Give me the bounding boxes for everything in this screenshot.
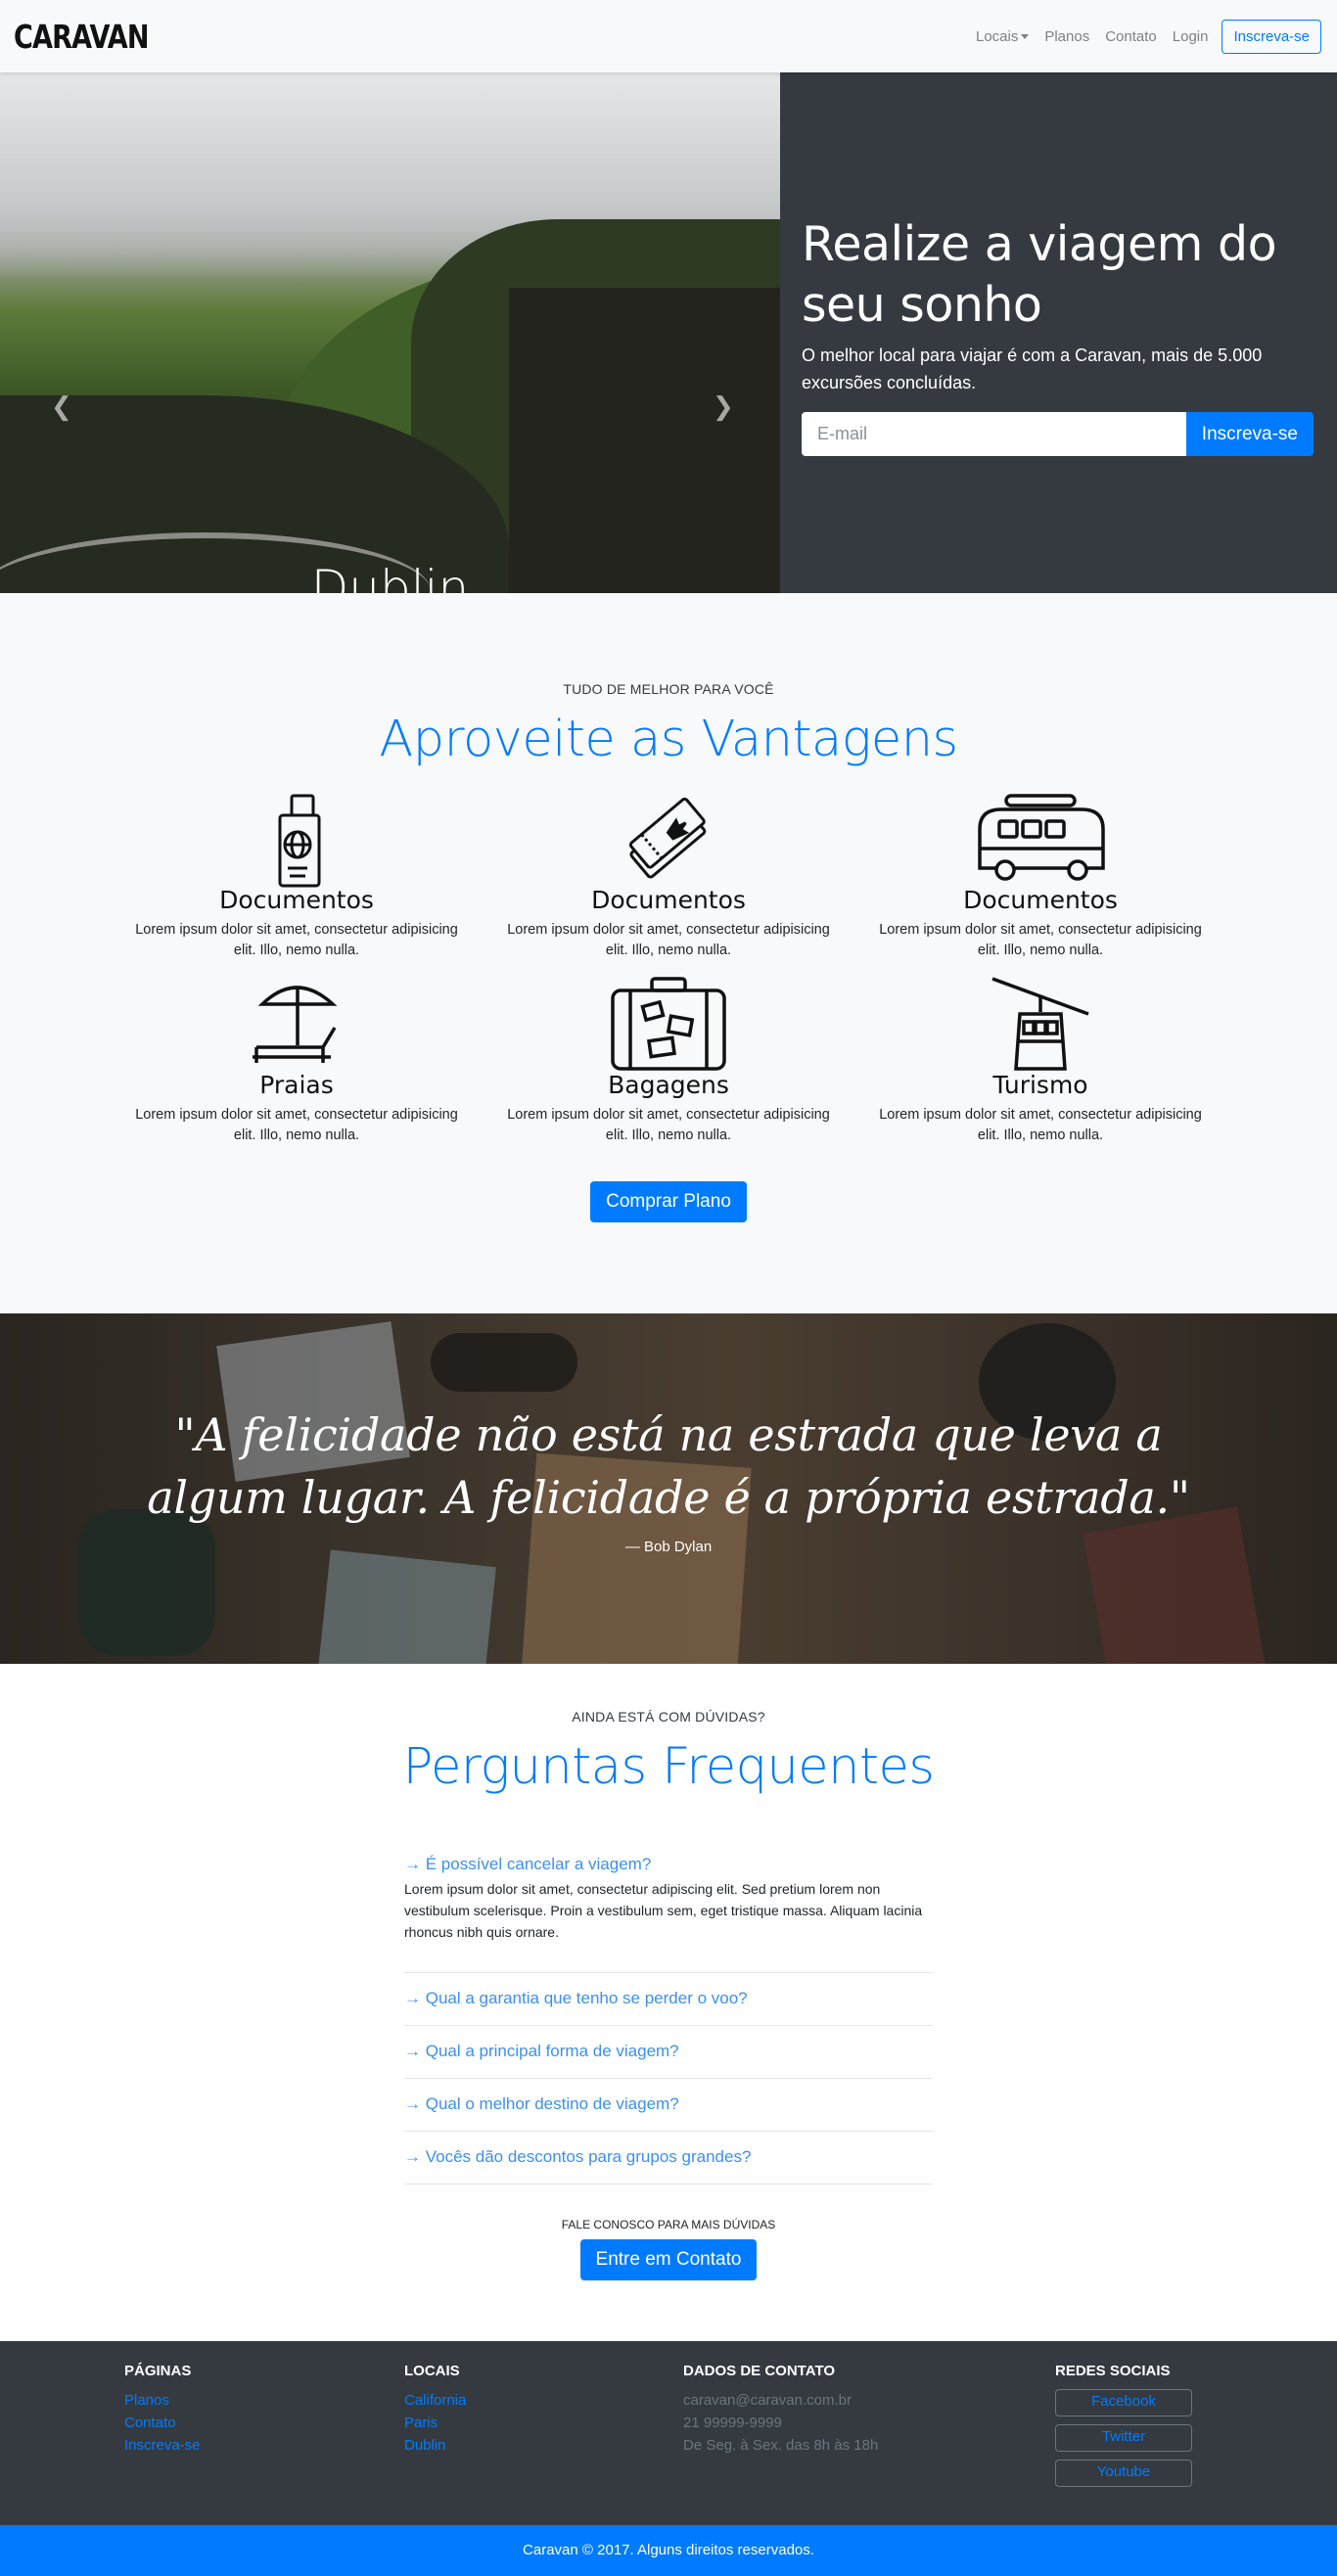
brand-logo[interactable]: CARAVAN bbox=[14, 18, 150, 56]
footer-link-dublin[interactable]: Dublin bbox=[404, 2434, 466, 2457]
buy-plan-button[interactable]: Comprar Plano bbox=[590, 1181, 747, 1222]
contact-email: caravan@caravan.com.br bbox=[683, 2392, 852, 2409]
footer-contact: DADOS DE CONTATO caravan@caravan.com.br … bbox=[683, 2363, 878, 2457]
faq-list: → É possível cancelar a viagem? Lorem ip… bbox=[404, 1855, 933, 2185]
feature-card: Bagagens Lorem ipsum dolor sit amet, con… bbox=[483, 975, 854, 1146]
contact-phone: 21 99999-9999 bbox=[683, 2415, 782, 2431]
navbar: CARAVAN Locais Planos Contato Login Insc… bbox=[0, 0, 1337, 72]
carousel-next-icon[interactable]: ❯ bbox=[713, 391, 734, 422]
facebook-button[interactable]: Facebook bbox=[1055, 2389, 1192, 2416]
nav-login[interactable]: Login bbox=[1165, 28, 1217, 45]
faq-question[interactable]: → Qual a garantia que tenho se perder o … bbox=[404, 1989, 748, 2007]
feature-title: Turismo bbox=[992, 1071, 1088, 1099]
vantagens-eyebrow: TUDO DE MELHOR PARA VOCÊ bbox=[563, 681, 774, 697]
faq-answer: Lorem ipsum dolor sit amet, consectetur … bbox=[404, 1881, 923, 1940]
hero-description: O melhor local para viajar é com a Carav… bbox=[802, 345, 1263, 392]
carousel: ❮ ❯ Dublin bbox=[0, 72, 780, 593]
contact-button[interactable]: Entre em Contato bbox=[579, 2239, 758, 2280]
footer-heading: LOCAIS bbox=[404, 2363, 460, 2379]
vantagens-section: TUDO DE MELHOR PARA VOCÊ Aproveite as Va… bbox=[0, 593, 1337, 1313]
feature-title: Documentos bbox=[591, 886, 746, 914]
carousel-caption: Dublin bbox=[310, 560, 470, 593]
feature-card: Praias Lorem ipsum dolor sit amet, conse… bbox=[111, 975, 483, 1146]
caret-down-icon bbox=[1021, 33, 1030, 39]
hero-signup-button[interactable]: Inscreva-se bbox=[1185, 412, 1314, 456]
feature-text: Lorem ipsum dolor sit amet, consectetur … bbox=[507, 922, 830, 958]
footer-link-inscreva[interactable]: Inscreva-se bbox=[124, 2434, 201, 2457]
faq-section: AINDA ESTÁ COM DÚVIDAS? Perguntas Freque… bbox=[0, 1664, 1337, 2341]
feature-title: Documentos bbox=[219, 886, 374, 914]
footer-heading: DADOS DE CONTATO bbox=[683, 2363, 836, 2379]
faq-eyebrow: AINDA ESTÁ COM DÚVIDAS? bbox=[572, 1709, 765, 1725]
feature-text: Lorem ipsum dolor sit amet, consectetur … bbox=[879, 922, 1202, 958]
footer-link-planos[interactable]: Planos bbox=[124, 2389, 201, 2412]
faq-item: → É possível cancelar a viagem? Lorem ip… bbox=[404, 1855, 933, 1973]
faq-question[interactable]: → É possível cancelar a viagem? bbox=[404, 1855, 651, 1873]
copyright-bar: Caravan © 2017. Alguns direitos reservad… bbox=[0, 2525, 1337, 2576]
faq-item: → Qual a principal forma de viagem? bbox=[404, 2026, 933, 2079]
footer-link-contato[interactable]: Contato bbox=[124, 2412, 201, 2434]
passport-icon bbox=[278, 794, 321, 888]
faq-question[interactable]: → Vocês dão descontos para grupos grande… bbox=[404, 2147, 751, 2166]
feature-card: Documentos Lorem ipsum dolor sit amet, c… bbox=[854, 790, 1226, 961]
quote-text: "A felicidade não está na estrada que le… bbox=[147, 1408, 1190, 1524]
feature-text: Lorem ipsum dolor sit amet, consectetur … bbox=[135, 922, 458, 958]
email-input[interactable] bbox=[802, 412, 1186, 456]
faq-question[interactable]: → Qual a principal forma de viagem? bbox=[404, 2042, 679, 2060]
feature-title: Bagagens bbox=[608, 1071, 729, 1099]
beach-chair-icon bbox=[253, 986, 338, 1063]
footer-locais: LOCAIS California Paris Dublin bbox=[404, 2363, 466, 2457]
features-grid: Documentos Lorem ipsum dolor sit amet, c… bbox=[111, 790, 1226, 1146]
feature-card: Documentos Lorem ipsum dolor sit amet, c… bbox=[483, 790, 854, 961]
footer-link-paris[interactable]: Paris bbox=[404, 2412, 466, 2434]
tickets-icon bbox=[628, 797, 707, 879]
nav-links: Locais Planos Contato Login Inscreva-se bbox=[968, 19, 1321, 54]
footer-heading: PÁGINAS bbox=[124, 2363, 192, 2379]
feature-card: Turismo Lorem ipsum dolor sit amet, cons… bbox=[854, 975, 1226, 1146]
footer-link-california[interactable]: California bbox=[404, 2389, 466, 2412]
feature-text: Lorem ipsum dolor sit amet, consectetur … bbox=[879, 1107, 1202, 1143]
faq-item: → Vocês dão descontos para grupos grande… bbox=[404, 2132, 933, 2185]
hero: ❮ ❯ Dublin Realize a viagem do seu sonho… bbox=[0, 72, 1337, 593]
footer-pages: PÁGINAS Planos Contato Inscreva-se bbox=[124, 2363, 201, 2457]
hero-signup-panel: Realize a viagem do seu sonho O melhor l… bbox=[780, 72, 1337, 593]
cable-car-icon bbox=[991, 977, 1089, 1071]
signup-form: Inscreva-se bbox=[802, 412, 1314, 456]
faq-cta-text: FALE CONOSCO PARA MAIS DÚVIDAS bbox=[561, 2218, 776, 2231]
faq-title: Perguntas Frequentes bbox=[402, 1738, 935, 1796]
faq-question[interactable]: → Qual o melhor destino de viagem? bbox=[404, 2094, 679, 2113]
feature-title: Documentos bbox=[963, 886, 1118, 914]
hero-headline: Realize a viagem do seu sonho bbox=[802, 216, 1277, 333]
faq-item: → Qual o melhor destino de viagem? bbox=[404, 2079, 933, 2132]
youtube-button[interactable]: Youtube bbox=[1055, 2460, 1192, 2487]
quote-author: — Bob Dylan bbox=[624, 1539, 713, 1555]
footer-heading: REDES SOCIAIS bbox=[1055, 2363, 1171, 2379]
feature-text: Lorem ipsum dolor sit amet, consectetur … bbox=[135, 1107, 458, 1143]
quote-section: "A felicidade não está na estrada que le… bbox=[0, 1313, 1337, 1664]
feature-title: Praias bbox=[259, 1071, 334, 1099]
nav-signup-button[interactable]: Inscreva-se bbox=[1222, 19, 1321, 54]
footer: PÁGINAS Planos Contato Inscreva-se LOCAI… bbox=[0, 2341, 1337, 2525]
vantagens-title: Aproveite as Vantagens bbox=[379, 711, 958, 768]
nav-locais-dropdown[interactable]: Locais bbox=[968, 28, 1037, 45]
feature-text: Lorem ipsum dolor sit amet, consectetur … bbox=[507, 1107, 830, 1143]
van-icon bbox=[978, 794, 1105, 881]
feature-card: Documentos Lorem ipsum dolor sit amet, c… bbox=[111, 790, 483, 961]
suitcase-icon bbox=[611, 977, 726, 1071]
contact-hours: De Seg. à Sex. das 8h às 18h bbox=[683, 2437, 879, 2454]
faq-item: → Qual a garantia que tenho se perder o … bbox=[404, 1973, 933, 2026]
carousel-prev-icon[interactable]: ❮ bbox=[51, 391, 72, 422]
footer-social: REDES SOCIAIS Facebook Twitter Youtube bbox=[1055, 2363, 1192, 2495]
nav-planos[interactable]: Planos bbox=[1037, 28, 1097, 45]
nav-contato[interactable]: Contato bbox=[1097, 28, 1165, 45]
twitter-button[interactable]: Twitter bbox=[1055, 2424, 1192, 2452]
